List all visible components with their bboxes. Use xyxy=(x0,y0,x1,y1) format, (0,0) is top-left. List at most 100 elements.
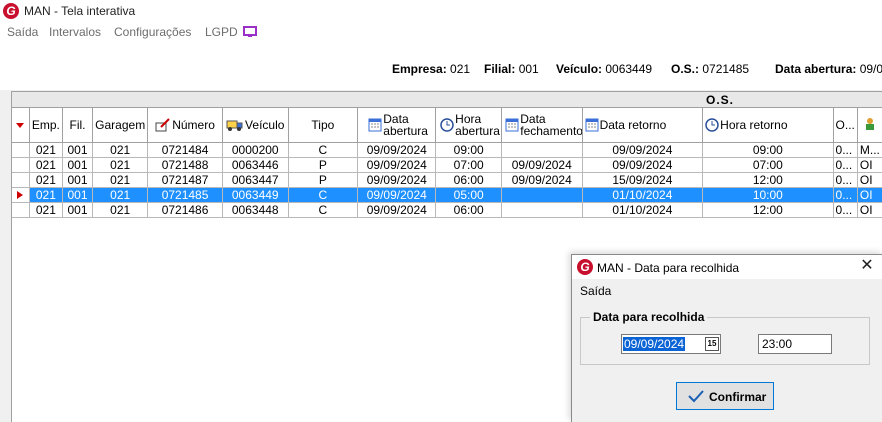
table-row[interactable]: 021 001 021 0721488 0063446 P 09/09/2024 07:00 0… xyxy=(12,157,882,173)
row-indicator[interactable] xyxy=(12,172,30,188)
cell-tipo[interactable]: C xyxy=(288,187,359,203)
cell-veiculo[interactable]: 0000200 xyxy=(222,142,289,158)
cell-tipo[interactable]: C xyxy=(288,202,359,218)
date-field[interactable]: 09/09/2024 15 xyxy=(621,334,721,354)
header-emp[interactable]: Emp. xyxy=(29,108,63,143)
cell-numero[interactable]: 0721485 xyxy=(147,187,223,203)
cell-data-abertura[interactable]: 09/09/2024 xyxy=(357,142,437,158)
cell-numero[interactable]: 0721486 xyxy=(147,202,223,218)
cell-hora-abertura[interactable]: 07:00 xyxy=(435,157,502,173)
cell-fil[interactable]: 001 xyxy=(62,187,94,203)
header-numero[interactable]: Número xyxy=(147,108,223,143)
row-indicator[interactable] xyxy=(12,187,30,203)
confirm-button[interactable]: Confirmar xyxy=(676,382,774,410)
dialog-menu-saida[interactable]: Saída xyxy=(580,284,611,298)
cell-veiculo[interactable]: 0063446 xyxy=(222,157,289,173)
cell-hora-abertura[interactable]: 09:00 xyxy=(435,142,502,158)
cell-hora-abertura[interactable]: 06:00 xyxy=(435,202,502,218)
cell-last[interactable]: M... xyxy=(857,142,882,158)
cell-veiculo[interactable]: 0063448 xyxy=(222,202,289,218)
cell-data-retorno[interactable]: 15/09/2024 xyxy=(582,172,704,188)
table-row[interactable]: 021 001 021 0721484 0000200 C 09/09/2024 09:00 0… xyxy=(12,142,882,158)
cell-data-retorno[interactable]: 01/10/2024 xyxy=(582,202,704,218)
row-indicator[interactable] xyxy=(12,142,30,158)
close-icon[interactable]: ✕ xyxy=(858,257,876,275)
cell-fil[interactable]: 001 xyxy=(62,157,94,173)
menu-lgpd[interactable]: LGPD xyxy=(205,25,238,39)
table-row[interactable]: 021 001 021 0721487 0063447 P 09/09/2024 06:00 0… xyxy=(12,172,882,188)
row-indicator[interactable] xyxy=(12,202,30,218)
cell-hora-retorno[interactable]: 09:00 xyxy=(702,142,834,158)
cell-hora-retorno[interactable]: 12:00 xyxy=(702,202,834,218)
cell-last[interactable]: OI xyxy=(857,187,882,203)
cell-hora-retorno[interactable]: 07:00 xyxy=(702,157,834,173)
cell-o[interactable]: 0... xyxy=(833,157,858,173)
cell-hora-abertura[interactable]: 06:00 xyxy=(435,172,502,188)
cell-data-abertura[interactable]: 09/09/2024 xyxy=(357,202,437,218)
header-o[interactable]: O... xyxy=(833,108,858,143)
header-person[interactable] xyxy=(857,108,882,143)
cell-last[interactable]: OI xyxy=(857,202,882,218)
cell-garagem[interactable]: 021 xyxy=(92,172,149,188)
table-row[interactable]: 021 001 021 0721486 0063448 C 09/09/2024 06:00 0… xyxy=(12,202,882,218)
cell-garagem[interactable]: 021 xyxy=(92,157,149,173)
cell-last[interactable]: OI xyxy=(857,157,882,173)
header-hora-abertura[interactable]: Hora abertura xyxy=(435,108,502,143)
cell-numero[interactable]: 0721487 xyxy=(147,172,223,188)
header-data-retorno[interactable]: Data retorno xyxy=(582,108,704,143)
cell-tipo[interactable]: P xyxy=(288,172,359,188)
header-indicator[interactable] xyxy=(12,108,30,143)
header-tipo[interactable]: Tipo xyxy=(288,108,359,143)
cell-data-fechamento[interactable]: 09/09/2024 xyxy=(501,157,583,173)
cell-data-retorno[interactable]: 09/09/2024 xyxy=(582,157,704,173)
table-row[interactable]: 021 001 021 0721485 0063449 C 09/09/2024 05:00 0… xyxy=(12,187,882,203)
cell-emp[interactable]: 021 xyxy=(29,142,63,158)
cell-numero[interactable]: 0721484 xyxy=(147,142,223,158)
cell-data-abertura[interactable]: 09/09/2024 xyxy=(357,157,437,173)
cell-hora-retorno[interactable]: 12:00 xyxy=(702,172,834,188)
menu-configuracoes[interactable]: Configurações xyxy=(114,25,191,39)
cell-fil[interactable]: 001 xyxy=(62,202,94,218)
header-fil[interactable]: Fil. xyxy=(62,108,94,143)
cell-garagem[interactable]: 021 xyxy=(92,202,149,218)
cell-fil[interactable]: 001 xyxy=(62,142,94,158)
cell-data-fechamento[interactable] xyxy=(501,202,583,218)
header-garagem[interactable]: Garagem xyxy=(92,108,149,143)
cell-garagem[interactable]: 021 xyxy=(92,142,149,158)
cell-hora-abertura[interactable]: 05:00 xyxy=(435,187,502,203)
cell-hora-retorno[interactable]: 10:00 xyxy=(702,187,834,203)
cell-data-abertura[interactable]: 09/09/2024 xyxy=(357,187,437,203)
cell-o[interactable]: 0... xyxy=(833,172,858,188)
cell-data-fechamento[interactable]: 09/09/2024 xyxy=(501,172,583,188)
row-indicator[interactable] xyxy=(12,157,30,173)
cell-tipo[interactable]: C xyxy=(288,142,359,158)
cell-fil[interactable]: 001 xyxy=(62,172,94,188)
calendar-picker-icon[interactable]: 15 xyxy=(705,337,719,351)
cell-data-retorno[interactable]: 01/10/2024 xyxy=(582,187,704,203)
cell-veiculo[interactable]: 0063447 xyxy=(222,172,289,188)
cell-last[interactable]: OI xyxy=(857,172,882,188)
cell-data-fechamento[interactable] xyxy=(501,142,583,158)
monitor-icon[interactable] xyxy=(243,26,257,38)
menu-saida[interactable]: Saída xyxy=(7,25,38,39)
menu-intervalos[interactable]: Intervalos xyxy=(49,25,101,39)
cell-tipo[interactable]: P xyxy=(288,157,359,173)
cell-emp[interactable]: 021 xyxy=(29,172,63,188)
header-hora-retorno[interactable]: Hora retorno xyxy=(702,108,834,143)
header-veiculo[interactable]: Veículo xyxy=(222,108,289,143)
cell-emp[interactable]: 021 xyxy=(29,187,63,203)
cell-data-fechamento[interactable] xyxy=(501,187,583,203)
cell-data-abertura[interactable]: 09/09/2024 xyxy=(357,172,437,188)
cell-veiculo[interactable]: 0063449 xyxy=(222,187,289,203)
cell-garagem[interactable]: 021 xyxy=(92,187,149,203)
time-field[interactable]: 23:00 xyxy=(758,334,832,354)
cell-numero[interactable]: 0721488 xyxy=(147,157,223,173)
cell-emp[interactable]: 021 xyxy=(29,157,63,173)
cell-o[interactable]: 0... xyxy=(833,202,858,218)
header-data-fechamento[interactable]: Data fechamento xyxy=(501,108,583,143)
cell-emp[interactable]: 021 xyxy=(29,202,63,218)
header-data-abertura[interactable]: Data abertura xyxy=(357,108,437,143)
cell-o[interactable]: 0... xyxy=(833,187,858,203)
cell-data-retorno[interactable]: 09/09/2024 xyxy=(582,142,704,158)
cell-o[interactable]: 0... xyxy=(833,142,858,158)
